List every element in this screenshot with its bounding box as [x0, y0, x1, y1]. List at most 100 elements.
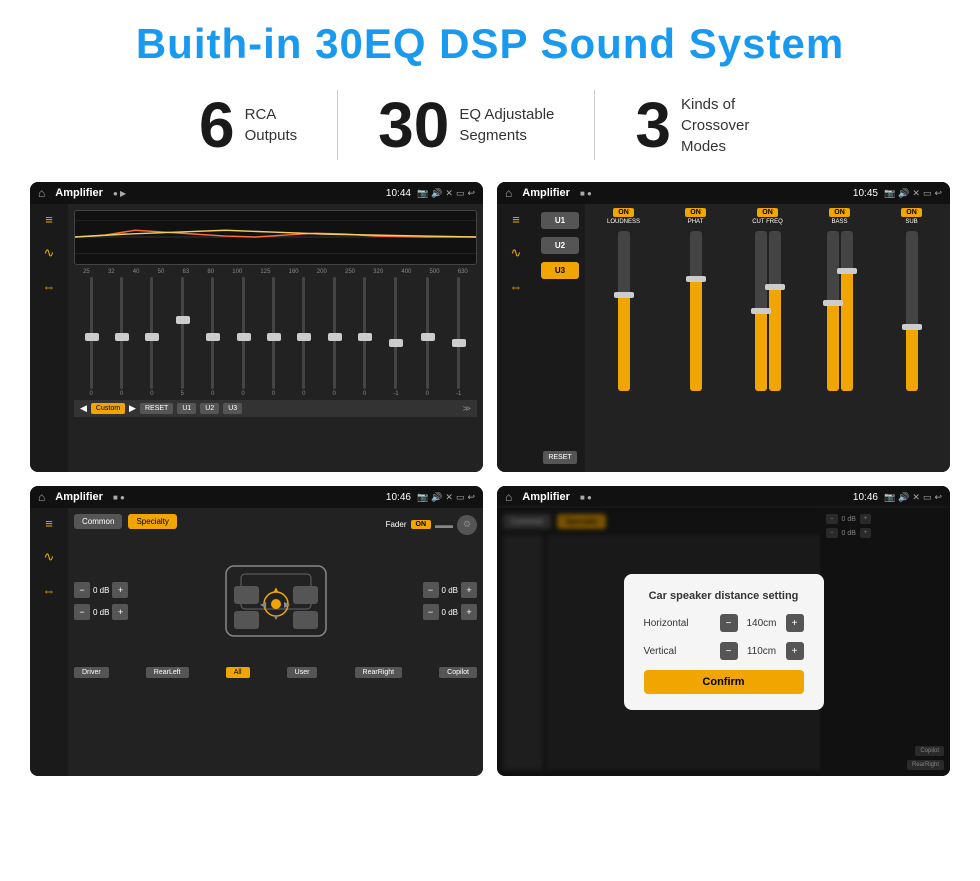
- fader-bottom: Driver RearLeft All User RearRight Copil…: [74, 667, 477, 678]
- stat-rca-number: 6: [199, 93, 235, 157]
- stat-eq-number: 30: [378, 93, 449, 157]
- car-diagram: ▲ ▼ ◀ ▶: [196, 546, 356, 656]
- fader-tabs: Common Specialty: [74, 514, 177, 529]
- fader-vol-fl-minus[interactable]: −: [74, 582, 90, 598]
- vertical-control: − 110cm +: [720, 642, 804, 660]
- dialog-title: Car speaker distance setting: [644, 590, 804, 602]
- dots-3: ■ ●: [113, 493, 125, 502]
- fader-vol-rl-plus[interactable]: +: [112, 604, 128, 620]
- preset-u2[interactable]: U2: [541, 237, 579, 254]
- confirm-button[interactable]: Confirm: [644, 670, 804, 694]
- eq-btn-u3[interactable]: U3: [223, 403, 242, 414]
- eq-btn-custom[interactable]: Custom: [91, 403, 125, 414]
- fader-slider-bar: ▬▬: [435, 520, 453, 530]
- fader-body: ≡ ∿ ⇔ Common Specialty Fader ON ▬▬: [30, 508, 483, 776]
- loudness-on[interactable]: ON: [613, 208, 634, 217]
- btn-driver[interactable]: Driver: [74, 667, 109, 678]
- horizontal-control: − 140cm +: [720, 614, 804, 632]
- stat-rca: 6 RCAOutputs: [159, 93, 337, 157]
- status-bar-2: ⌂ Amplifier ■ ● 10:45 📷🔊✕▭↩: [497, 182, 950, 204]
- fader-sidebar-icon-2: ∿: [44, 549, 55, 565]
- tab-specialty[interactable]: Specialty: [128, 514, 176, 529]
- dialog-vertical-row: Vertical − 110cm +: [644, 642, 804, 660]
- home-icon-4: ⌂: [505, 490, 512, 504]
- stat-crossover: 3 Kinds ofCrossover Modes: [595, 93, 821, 157]
- fader-vol-rl-minus[interactable]: −: [74, 604, 90, 620]
- fader-vol-rl: − 0 dB +: [74, 604, 128, 620]
- app-title-1: Amplifier: [55, 187, 103, 199]
- status-bar-3: ⌂ Amplifier ■ ● 10:46 📷🔊✕▭↩: [30, 486, 483, 508]
- fader-sidebar-icon-1: ≡: [45, 516, 53, 531]
- eq-slider-1: 0: [90, 277, 93, 397]
- vertical-minus[interactable]: −: [720, 642, 738, 660]
- svg-text:▲: ▲: [272, 585, 280, 594]
- preset-u1[interactable]: U1: [541, 212, 579, 229]
- screen-fader: ⌂ Amplifier ■ ● 10:46 📷🔊✕▭↩ ≡ ∿ ⇔: [30, 486, 483, 776]
- svg-text:▶: ▶: [284, 600, 291, 609]
- time-2: 10:45: [853, 188, 878, 199]
- screen-dialog-container: ⌂ Amplifier ■ ● 10:46 📷🔊✕▭↩ Common Speci…: [497, 486, 950, 776]
- btn-rearleft[interactable]: RearLeft: [146, 667, 189, 678]
- stat-eq-desc: EQ AdjustableSegments: [459, 104, 554, 146]
- fader-vol-rr-plus[interactable]: +: [461, 604, 477, 620]
- time-3: 10:46: [386, 492, 411, 503]
- bass-on[interactable]: ON: [829, 208, 850, 217]
- dialog-horizontal-row: Horizontal − 140cm +: [644, 614, 804, 632]
- vertical-plus[interactable]: +: [786, 642, 804, 660]
- eq-bottom-bar: ◀ Custom ▶ RESET U1 U2 U3 ≫: [74, 400, 477, 417]
- app-title-4: Amplifier: [522, 491, 570, 503]
- app-title-2: Amplifier: [522, 187, 570, 199]
- horizontal-value: 140cm: [742, 618, 782, 629]
- crossover-body: ≡ ∿ ⇔ U1 U2 U3 RESET ON LOUDNESS: [497, 204, 950, 472]
- xover-reset[interactable]: RESET: [543, 451, 576, 464]
- page-title: Buith-in 30EQ DSP Sound System: [30, 20, 950, 68]
- svg-text:◀: ◀: [260, 600, 267, 609]
- xover-icon-1: ≡: [512, 212, 520, 227]
- xover-ch-loudness: ON LOUDNESS: [589, 208, 658, 468]
- home-icon-1: ⌂: [38, 186, 45, 200]
- screen-crossover: ⌂ Amplifier ■ ● 10:45 📷🔊✕▭↩ ≡ ∿ ⇔ U1 U2: [497, 182, 950, 472]
- xover-ch-phat: ON PHAT: [661, 208, 730, 468]
- eq-btn-u1[interactable]: U1: [177, 403, 196, 414]
- app-title-3: Amplifier: [55, 491, 103, 503]
- fader-main: Common Specialty Fader ON ▬▬ ⚙: [68, 508, 483, 776]
- eq-screen-body: ≡ ∿ ⇔: [30, 204, 483, 472]
- phat-on[interactable]: ON: [685, 208, 706, 217]
- tab-common[interactable]: Common: [74, 514, 122, 529]
- eq-icon-3: ⇔: [43, 279, 56, 294]
- preset-u3[interactable]: U3: [541, 262, 579, 279]
- btn-copilot[interactable]: Copilot: [439, 667, 477, 678]
- horizontal-plus[interactable]: +: [786, 614, 804, 632]
- fader-vol-fl-plus[interactable]: +: [112, 582, 128, 598]
- fader-settings-icon[interactable]: ⚙: [457, 515, 477, 535]
- vertical-label: Vertical: [644, 646, 677, 657]
- cutfreq-on[interactable]: ON: [757, 208, 778, 217]
- fader-vol-fr-val: 0 dB: [442, 586, 458, 595]
- horizontal-minus[interactable]: −: [720, 614, 738, 632]
- vertical-value: 110cm: [742, 646, 782, 657]
- xover-ch-bass: ON BASS: [805, 208, 874, 468]
- home-icon-2: ⌂: [505, 186, 512, 200]
- btn-all[interactable]: All: [226, 667, 250, 678]
- status-bar-1: ⌂ Amplifier ● ▶ 10:44 📷🔊✕▭↩: [30, 182, 483, 204]
- fader-vol-rr-minus[interactable]: −: [423, 604, 439, 620]
- fader-vol-fr-plus[interactable]: +: [461, 582, 477, 598]
- screen-eq: ⌂ Amplifier ● ▶ 10:44 📷🔊✕▭↩ ≡ ∿ ⇔: [30, 182, 483, 472]
- screenshots-grid: ⌂ Amplifier ● ▶ 10:44 📷🔊✕▭↩ ≡ ∿ ⇔: [30, 182, 950, 776]
- eq-btn-u2[interactable]: U2: [200, 403, 219, 414]
- btn-user[interactable]: User: [287, 667, 318, 678]
- fader-vol-rl-val: 0 dB: [93, 608, 109, 617]
- fader-toggle[interactable]: ON: [411, 520, 432, 529]
- btn-rearright[interactable]: RearRight: [355, 667, 403, 678]
- dots-1: ● ▶: [113, 189, 126, 198]
- eq-freq-labels: 2532405063 80100125160200 25032040050063…: [74, 269, 477, 275]
- sub-on[interactable]: ON: [901, 208, 922, 217]
- fader-control-row: Fader ON ▬▬ ⚙: [386, 515, 477, 535]
- fader-vol-fr-minus[interactable]: −: [423, 582, 439, 598]
- eq-btn-reset[interactable]: RESET: [140, 403, 173, 414]
- dialog-overlay: Car speaker distance setting Horizontal …: [497, 508, 950, 776]
- status-bar-4: ⌂ Amplifier ■ ● 10:46 📷🔊✕▭↩: [497, 486, 950, 508]
- xover-icon-3: ⇔: [510, 279, 523, 294]
- eq-sidebar: ≡ ∿ ⇔: [30, 204, 68, 472]
- dialog-box: Car speaker distance setting Horizontal …: [624, 574, 824, 710]
